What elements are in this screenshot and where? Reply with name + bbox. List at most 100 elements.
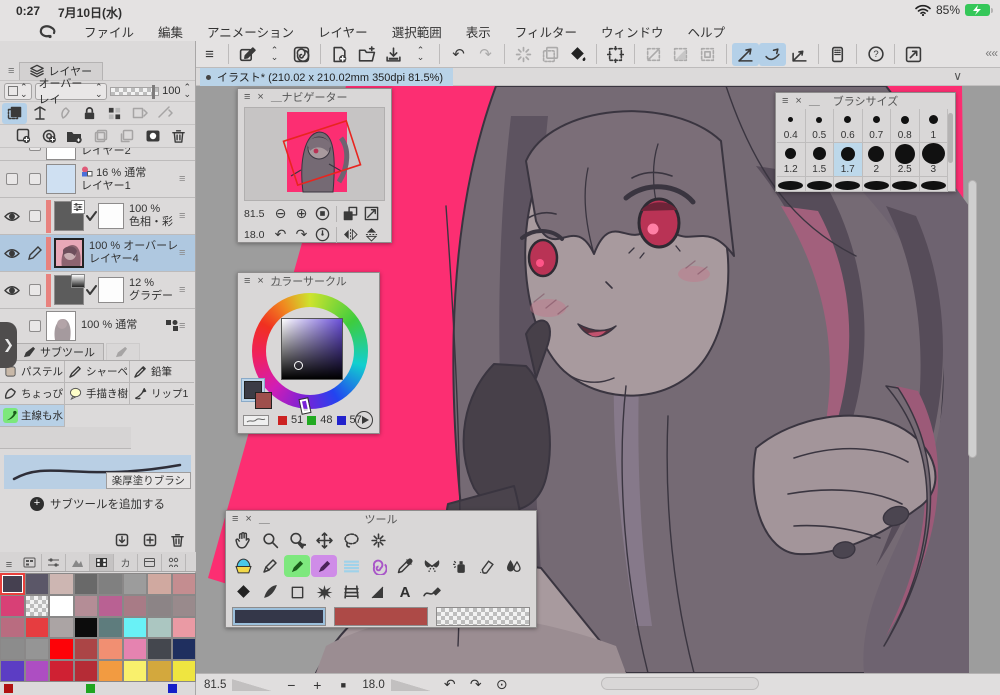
selection-border-icon[interactable] [694,43,721,66]
brush-size-cell[interactable] [834,177,863,192]
brush-stroke-preview[interactable]: 楽厚塗りブラシ [4,455,191,489]
color-swatch[interactable] [147,616,172,639]
brush-tool[interactable] [311,555,337,577]
tool-switch-chevrons-icon[interactable]: ⌃ ⌄ [261,43,288,66]
new-folder-icon[interactable] [62,126,87,147]
new-canvas-icon[interactable] [326,43,353,66]
move-tool[interactable] [311,529,337,551]
nav-flip-horizontal-button[interactable] [340,226,361,244]
fill-icon[interactable] [564,43,591,66]
reset-rotation-button[interactable]: ⊙ [489,676,515,693]
pen-tool[interactable] [257,555,283,577]
undo-icon[interactable]: ↶ [445,43,472,66]
blend-tool[interactable] [500,555,526,577]
menu-item[interactable]: 編集 [146,22,195,41]
palette-minimize-icon[interactable]: ＿ [271,89,282,105]
save-icon[interactable] [380,43,407,66]
subtool-item[interactable]: リップ1 [130,383,194,405]
nav-flip-vertical-button[interactable] [361,226,382,244]
ruler-tool[interactable] [365,581,391,603]
fullscreen-icon[interactable] [900,43,927,66]
color-swatch[interactable] [98,594,123,617]
navigator-thumbnail[interactable] [244,107,385,201]
brush-size-header[interactable]: ≡ × ＿ ブラシサイズ [776,93,955,109]
color-swatch[interactable] [0,660,25,682]
color-swatch[interactable] [73,660,98,682]
add-subtool-button[interactable]: + サブツールを追加する [0,489,195,519]
layer-row[interactable]: 100 % 通常 ≡ [0,309,195,342]
color-swatch[interactable] [122,573,147,595]
brush-size-cell[interactable]: 0.4 [777,109,806,143]
horizontal-scrollbar[interactable] [601,677,759,690]
brush-size-cell[interactable] [891,177,920,192]
eyedropper-tool[interactable] [392,555,418,577]
subtool-item[interactable]: 鉛筆 [130,361,194,383]
pattern-spiral-tool[interactable] [365,555,391,577]
nav-reset-rotation-button[interactable] [312,226,333,244]
app-logo-icon[interactable] [38,24,58,40]
duplicate-layer-icon[interactable] [537,43,564,66]
color-swatch[interactable] [73,638,98,661]
color-swatch[interactable] [24,660,49,682]
color-swatch[interactable] [98,616,123,639]
brush-size-cell[interactable]: 0.6 [834,109,863,143]
nav-fit-screen-button[interactable] [340,205,361,223]
color-mode-toggle-button[interactable] [355,411,373,429]
tab-pose-icon[interactable] [162,554,186,571]
subtool-item-selected[interactable]: 主線も水 [0,405,65,427]
pan-tool[interactable] [230,529,256,551]
zoom-tool[interactable] [257,529,283,551]
brush-size-cell[interactable] [919,177,948,192]
help-icon[interactable]: ? [862,43,889,66]
rotate-cw-button[interactable]: ↷ [463,676,489,693]
sunburst-tool[interactable] [311,581,337,603]
color-swatch[interactable] [49,573,74,595]
open-file-icon[interactable] [353,43,380,66]
palette-close-icon[interactable]: × [257,89,263,105]
visibility-eye-icon[interactable] [4,211,20,222]
color-swatch[interactable] [168,684,177,693]
duplicate-swatch-icon[interactable] [136,528,163,551]
nav-zoom-in-button[interactable]: ⊕ [291,205,312,223]
gradient-tool[interactable] [257,581,283,603]
color-swatch[interactable] [49,660,74,682]
brush-size-cell[interactable]: 1.2 [777,143,806,177]
document-list-chevron-icon[interactable]: ∨ [953,69,962,83]
line-correction-tool[interactable] [419,581,445,603]
layer-mask-icon[interactable] [140,126,165,147]
nav-fit-window-button[interactable] [361,205,382,223]
saturation-value-square[interactable] [281,318,343,380]
palette-minimize-icon[interactable]: ＿ [271,273,282,289]
color-swatch[interactable] [122,638,147,661]
thumbnail-size-dropdown[interactable]: ⌃ ⌄ [4,82,32,100]
new-layer-settings-icon[interactable] [36,126,61,147]
color-swatch[interactable] [49,638,74,661]
delete-layer-icon[interactable] [166,126,191,147]
subtool-item[interactable]: シャーペ [65,361,130,383]
import-swatch-icon[interactable] [108,528,135,551]
tab-sliders-icon[interactable] [42,554,66,571]
transparent-color-swatch[interactable] [243,415,269,426]
airbrush-tool[interactable] [446,555,472,577]
menu-item[interactable]: フィルター [503,22,589,41]
brush-size-cell[interactable]: 1.5 [805,143,834,177]
layer-row-partial[interactable]: レイヤー2 ≡ [0,148,195,161]
collapse-toolbar-icon[interactable]: « « [985,46,998,60]
figure-tool[interactable] [284,581,310,603]
color-swatch[interactable] [49,594,74,617]
deselect-icon[interactable] [640,43,667,66]
nav-zoom-out-button[interactable]: ⊖ [270,205,291,223]
color-swatch[interactable] [147,660,172,682]
brush-size-cell[interactable]: 2 [862,143,891,177]
blend-mode-dropdown[interactable]: オーバーレイ ⌃ ⌄ [34,78,107,106]
panel-menu-icon[interactable]: ≡ [8,65,14,77]
brush-size-cell[interactable]: 3 [919,143,948,177]
opacity-stepper[interactable]: ⌃ ⌄ [183,83,191,99]
redo-icon[interactable]: ↷ [472,43,499,66]
layer-row-selected[interactable]: 100 % オーバーレイレイヤー4 ≡ [0,235,195,272]
edit-pen-icon[interactable] [234,43,261,66]
text-tool[interactable]: A [392,581,418,603]
color-swatch[interactable] [98,573,123,595]
menu-item[interactable]: ウィンドウ [589,22,676,41]
color-swatch[interactable] [24,616,49,639]
